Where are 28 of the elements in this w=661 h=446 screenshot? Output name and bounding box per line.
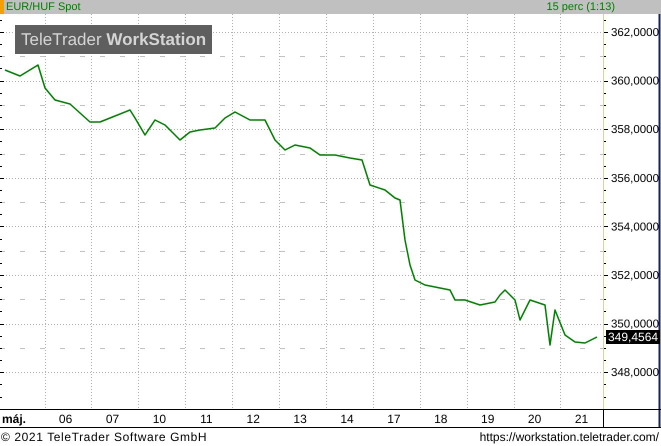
date-axis-label: 11 xyxy=(200,412,213,426)
date-axis-label: máj. xyxy=(2,412,26,426)
date-axis-label: 19 xyxy=(481,412,494,426)
price-axis-label: 348,0000 xyxy=(611,367,659,380)
interval-label: 15 perc (1:13) xyxy=(546,0,615,14)
date-axis-label: 18 xyxy=(434,412,448,426)
price-axis-label: 352,0000 xyxy=(611,270,659,282)
price-axis-label: 350,0000 xyxy=(611,318,659,331)
date-axis-label: 06 xyxy=(58,412,72,426)
date-axis-label: 07 xyxy=(106,412,120,426)
website-link[interactable]: https://workstation.teletrader.com/ xyxy=(480,430,659,444)
price-axis-label: 354,0000 xyxy=(611,221,659,234)
watermark-logo: TeleTrader WorkStation xyxy=(15,25,212,54)
price-axis-label: 356,0000 xyxy=(611,172,659,185)
price-axis-label: 358,0000 xyxy=(611,124,659,136)
date-axis-label: 21 xyxy=(574,412,588,426)
date-axis-label: 14 xyxy=(340,412,354,426)
date-axis-label: 17 xyxy=(387,412,401,426)
last-price-tag: 349,4564 xyxy=(606,330,660,344)
date-axis-label: 20 xyxy=(528,412,542,426)
chart-title: EUR/HUF Spot xyxy=(6,1,81,13)
price-axis-label: 360,0000 xyxy=(611,76,659,88)
copyright-text: © 2021 TeleTrader Software GmbH xyxy=(1,430,208,444)
date-axis-label: 12 xyxy=(246,412,260,426)
marker-icon xyxy=(0,0,4,14)
date-axis-label: 10 xyxy=(152,412,166,426)
price-axis-label: 362,0000 xyxy=(611,27,659,39)
date-axis-label: 13 xyxy=(293,412,307,426)
